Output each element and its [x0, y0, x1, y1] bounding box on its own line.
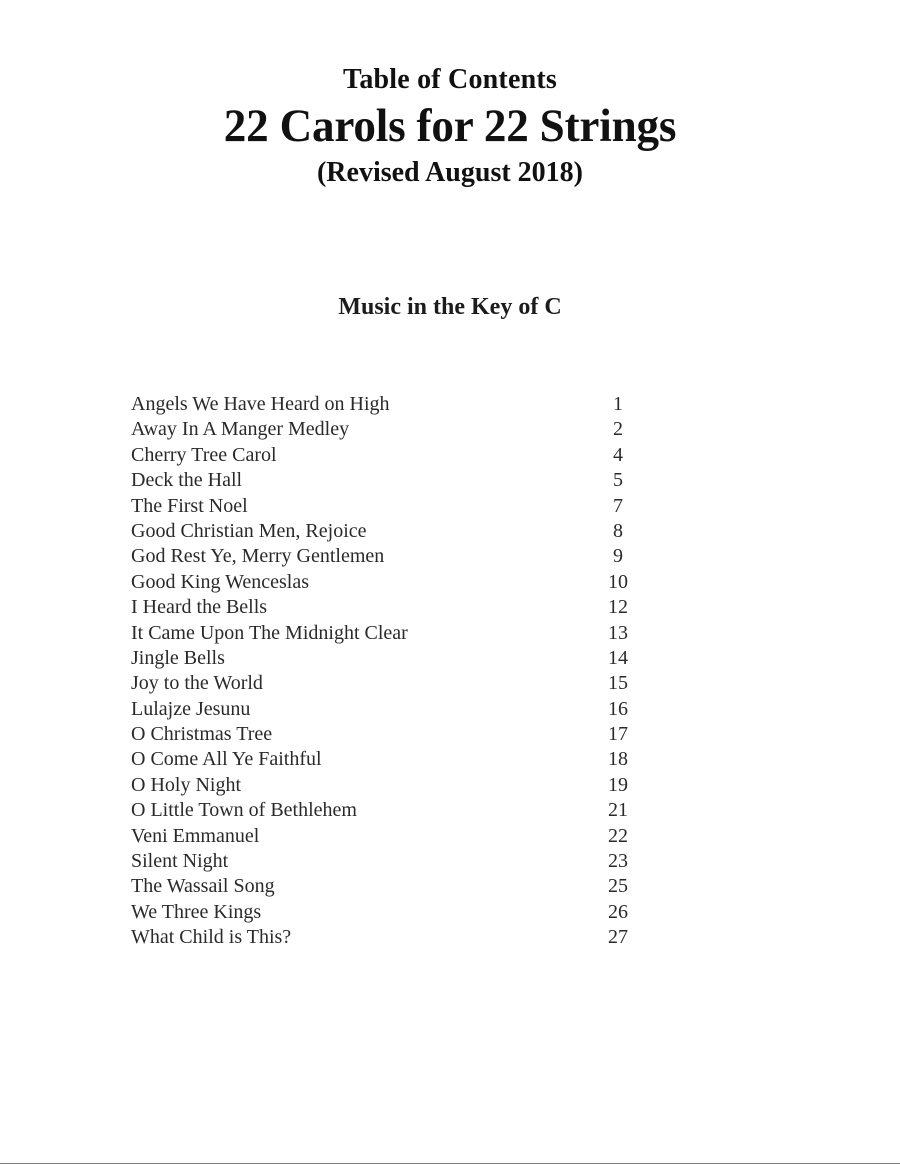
toc-entry-page-number: 22: [608, 824, 628, 847]
revision-note: (Revised August 2018): [316, 157, 583, 188]
toc-entry-title: Away In A Manger Medley: [131, 418, 350, 441]
toc-entry-title: O Little Town of Bethlehem: [131, 799, 357, 822]
toc-entry-page-number: 21: [608, 799, 628, 822]
toc-entry[interactable]: Cherry Tree Carol 4: [131, 443, 641, 468]
toc-entry[interactable]: Joy to the World 15: [131, 671, 641, 696]
toc-entry-title: Silent Night: [131, 850, 229, 873]
toc-entry[interactable]: O Holy Night 19: [131, 773, 641, 798]
toc-entry-page-number: 7: [613, 494, 623, 517]
toc-entry[interactable]: Silent Night 23: [131, 849, 641, 874]
book-title: 22 Carols for 22 Strings: [223, 100, 677, 152]
title-block: Table of Contents 22 Carols for 22 Strin…: [0, 63, 900, 190]
toc-entry[interactable]: Jingle Bells 14: [131, 646, 641, 671]
toc-entry-title: Deck the Hall: [131, 469, 243, 492]
toc-entry-page-number: 12: [608, 596, 628, 619]
toc-entry-page-number: 16: [608, 697, 628, 720]
toc-entry-page-number: 13: [608, 621, 628, 644]
contents-list: Angels We Have Heard on High 1 Away In A M…: [131, 392, 641, 951]
toc-entry[interactable]: The First Noel 7: [131, 494, 641, 519]
toc-entry-title: O Christmas Tree: [131, 723, 273, 746]
toc-entry[interactable]: O Come All Ye Faithful 18: [131, 747, 641, 772]
toc-entry[interactable]: Away In A Manger Medley 2: [131, 417, 641, 442]
table-of-contents-label: Table of Contents: [343, 64, 557, 95]
toc-entry-title: God Rest Ye, Merry Gentlemen: [131, 545, 385, 568]
toc-entry-page-number: 14: [608, 646, 628, 669]
table-of-contents-page: Table of Contents 22 Carols for 22 Strin…: [0, 0, 900, 1164]
toc-entry-title: Jingle Bells: [131, 646, 225, 669]
toc-entry[interactable]: Good King Wenceslas 10: [131, 570, 641, 595]
toc-entry-page-number: 27: [608, 926, 628, 949]
toc-entry-page-number: 23: [608, 850, 628, 873]
toc-entry-title: The Wassail Song: [131, 875, 275, 898]
toc-entry[interactable]: Angels We Have Heard on High 1: [131, 392, 641, 417]
toc-entry[interactable]: What Child is This? 27: [131, 925, 641, 950]
toc-entry-page-number: 18: [608, 748, 628, 771]
toc-entry[interactable]: It Came Upon The Midnight Clear 13: [131, 621, 641, 646]
toc-entry-page-number: 15: [608, 672, 628, 695]
toc-entry-title: Good Christian Men, Rejoice: [131, 519, 367, 542]
toc-entry-title: It Came Upon The Midnight Clear: [131, 621, 408, 644]
toc-entry-title: Lulajze Jesunu: [131, 697, 251, 720]
toc-entry-page-number: 9: [613, 545, 623, 568]
toc-entry[interactable]: Deck the Hall 5: [131, 468, 641, 493]
toc-entry-page-number: 2: [613, 418, 623, 441]
toc-entry-page-number: 25: [608, 875, 628, 898]
toc-entry-title: We Three Kings: [131, 900, 262, 923]
toc-entry-page-number: 4: [613, 443, 623, 466]
toc-entry-title: Cherry Tree Carol: [131, 443, 277, 466]
toc-entry[interactable]: I Heard the Bells 12: [131, 595, 641, 620]
toc-entry-page-number: 5: [613, 469, 623, 492]
toc-entry-page-number: 26: [608, 900, 628, 923]
toc-entry-title: Angels We Have Heard on High: [131, 393, 390, 415]
toc-entry-title: O Come All Ye Faithful: [131, 748, 322, 771]
toc-entry-page-number: 19: [608, 773, 628, 796]
toc-entry-title: I Heard the Bells: [131, 596, 268, 619]
toc-entry-title: Good King Wenceslas: [131, 570, 309, 593]
toc-entry[interactable]: The Wassail Song 25: [131, 874, 641, 899]
toc-entry-page-number: 10: [608, 570, 628, 593]
toc-entry[interactable]: O Christmas Tree 17: [131, 722, 641, 747]
toc-entry-title: O Holy Night: [131, 773, 241, 796]
toc-entry-page-number: 1: [613, 393, 623, 415]
toc-entry-title: The First Noel: [131, 494, 248, 517]
toc-entry-title: Veni Emmanuel: [131, 824, 260, 847]
section-subtitle: Music in the Key of C: [338, 294, 562, 320]
toc-entry[interactable]: O Little Town of Bethlehem 21: [131, 798, 641, 823]
toc-entry-page-number: 17: [608, 723, 628, 746]
toc-entry[interactable]: We Three Kings 26: [131, 900, 641, 925]
toc-entry-title: What Child is This?: [131, 926, 292, 949]
toc-entry[interactable]: Good Christian Men, Rejoice 8: [131, 519, 641, 544]
toc-entry[interactable]: God Rest Ye, Merry Gentlemen 9: [131, 544, 641, 569]
toc-entry[interactable]: Lulajze Jesunu 16: [131, 697, 641, 722]
toc-entry-title: Joy to the World: [131, 672, 263, 695]
toc-entry[interactable]: Veni Emmanuel 22: [131, 824, 641, 849]
toc-entry-page-number: 8: [613, 519, 623, 542]
